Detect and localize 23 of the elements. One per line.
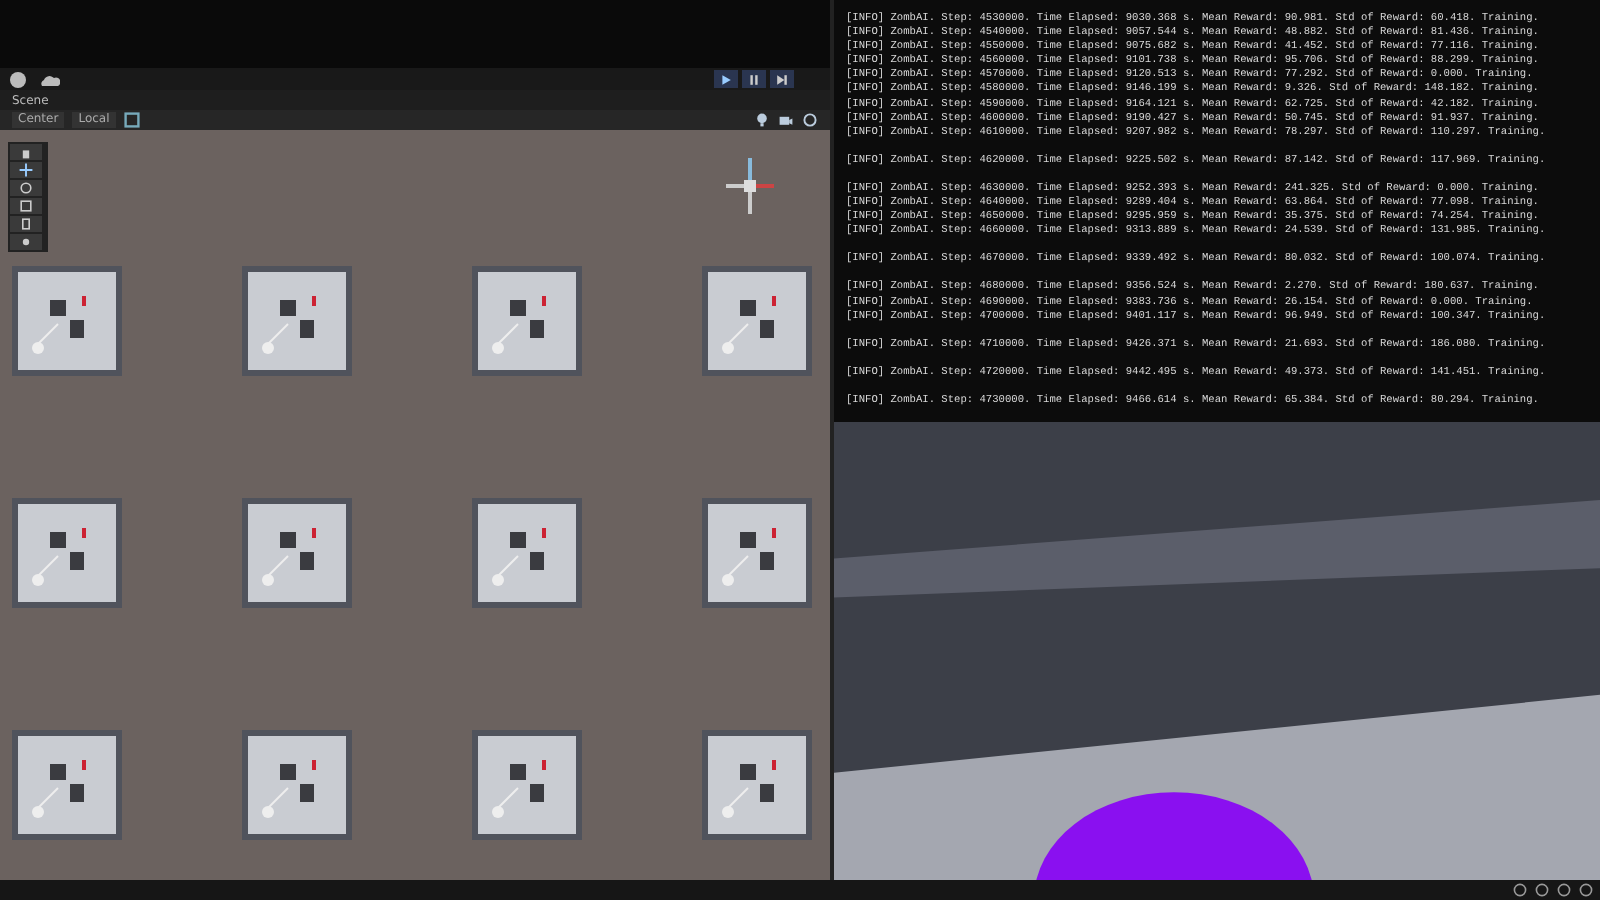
arena-drawing [10, 264, 124, 378]
pause-button[interactable] [742, 70, 766, 88]
arena-drawing [470, 264, 584, 378]
step-icon [776, 73, 788, 85]
arena-drawing [700, 496, 814, 610]
step-button[interactable] [770, 70, 794, 88]
grid-snap-icon[interactable] [123, 112, 140, 128]
arena-drawing [240, 728, 354, 842]
arena-drawing [240, 264, 354, 378]
arena-drawing [700, 728, 814, 842]
pause-icon [748, 73, 760, 85]
camera-icon[interactable] [778, 112, 794, 128]
arena-drawing [700, 264, 814, 378]
rect-tool-icon[interactable] [10, 216, 42, 232]
arena-drawing [10, 496, 124, 610]
light-bulb-icon[interactable] [754, 112, 770, 128]
play-icon [720, 73, 732, 85]
arena-drawing [470, 728, 584, 842]
arena-drawing [470, 496, 584, 610]
move-tool-icon[interactable] [10, 162, 42, 178]
arena-drawing [10, 728, 124, 842]
arena-drawing [240, 496, 354, 610]
play-button[interactable] [714, 70, 738, 88]
